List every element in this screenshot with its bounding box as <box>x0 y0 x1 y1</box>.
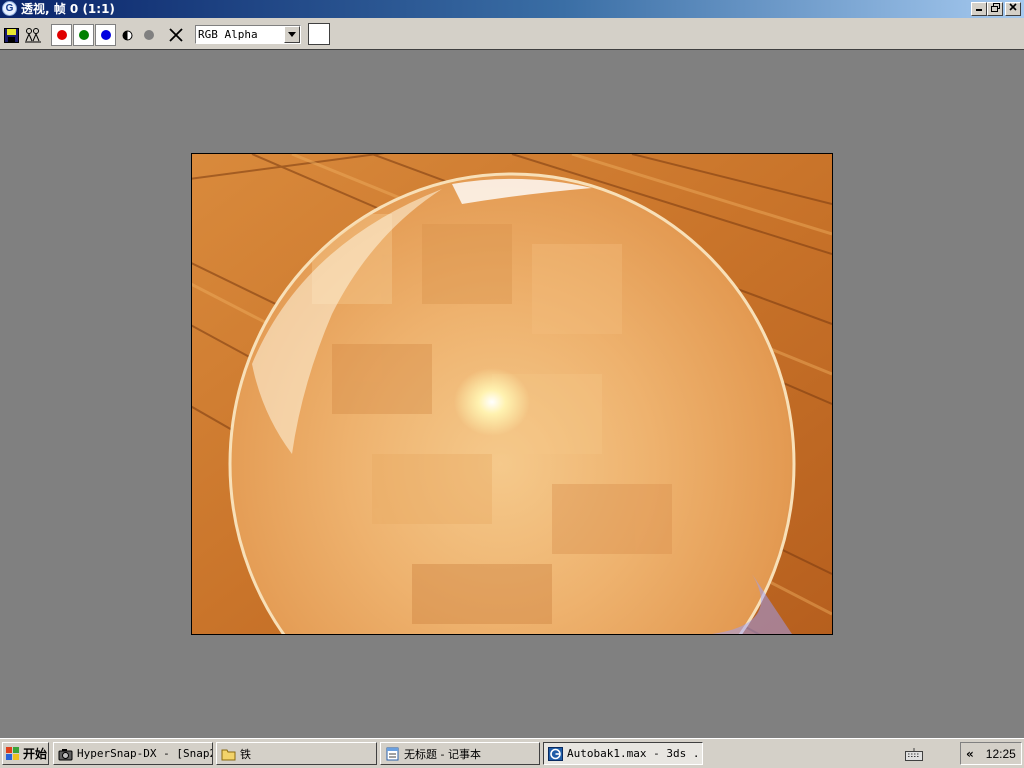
minimize-icon <box>976 9 982 11</box>
save-icon <box>4 27 19 43</box>
glass-sphere-render <box>192 154 832 634</box>
taskbar-item-label: 无标题 - 记事本 <box>404 747 481 761</box>
color-swatch[interactable] <box>308 23 330 45</box>
clone-button[interactable] <box>23 25 43 45</box>
notepad-icon <box>386 747 399 760</box>
windows-flag-icon <box>6 746 20 761</box>
start-button[interactable]: 开始 <box>2 742 49 765</box>
green-dot-icon <box>78 30 89 40</box>
close-icon <box>1009 3 1017 11</box>
taskbar-item-label: Autobak1.max - 3ds ... <box>567 747 703 760</box>
red-dot-icon <box>56 30 67 40</box>
keyboard-icon[interactable] <box>905 747 923 761</box>
taskbar-item-notepad[interactable]: 无标题 - 记事本 <box>380 742 540 765</box>
restore-icon <box>990 3 1000 12</box>
clone-icon <box>25 28 41 43</box>
channel-select[interactable]: RGB Alpha <box>195 25 301 44</box>
monochrome-button[interactable] <box>119 25 135 45</box>
3ds-max-icon[interactable]: G <box>2 1 17 16</box>
window-title: 透视, 帧 0 (1:1) <box>21 2 115 16</box>
taskbar-item-folder[interactable]: 铁 <box>216 742 377 765</box>
alpha-channel-button[interactable] <box>141 25 157 45</box>
3ds-max-icon <box>548 746 563 761</box>
keyboard-glyph <box>905 748 923 761</box>
taskbar-item-3ds-max[interactable]: Autobak1.max - 3ds ... <box>543 742 703 765</box>
restore-button[interactable] <box>987 2 1003 16</box>
system-tray: « 12:25 <box>960 742 1022 765</box>
dropdown-arrow[interactable] <box>284 26 300 43</box>
alpha-dot-icon <box>144 30 154 40</box>
rendered-image <box>191 153 833 635</box>
clear-icon <box>169 28 183 42</box>
chevron-down-icon <box>288 32 296 37</box>
red-channel-button[interactable] <box>51 24 72 46</box>
blue-channel-button[interactable] <box>95 24 116 46</box>
save-button[interactable] <box>3 25 20 45</box>
start-label: 开始 <box>23 747 48 761</box>
taskbar-item-label: 铁 <box>240 747 251 761</box>
minimize-button[interactable] <box>971 2 987 16</box>
channel-select-value: RGB Alpha <box>198 28 258 41</box>
folder-icon <box>221 749 236 760</box>
blue-dot-icon <box>100 30 111 40</box>
green-channel-button[interactable] <box>73 24 94 46</box>
taskbar: 开始 HyperSnap-DX - [Snap2] 铁 无标题 - 记事本 Au… <box>0 738 1024 768</box>
render-toolbar <box>0 18 1024 50</box>
tray-expand-button[interactable]: « <box>966 747 974 761</box>
taskbar-item-hypersnap[interactable]: HyperSnap-DX - [Snap2] <box>53 742 213 765</box>
monochrome-icon <box>122 30 132 40</box>
taskbar-item-label: HyperSnap-DX - [Snap2] <box>77 747 213 760</box>
clear-button[interactable] <box>166 25 186 45</box>
close-button[interactable] <box>1005 2 1021 16</box>
title-bar[interactable]: G 透视, 帧 0 (1:1) <box>0 0 1024 18</box>
hypersnap-icon <box>58 748 73 760</box>
clock[interactable]: 12:25 <box>986 747 1016 761</box>
